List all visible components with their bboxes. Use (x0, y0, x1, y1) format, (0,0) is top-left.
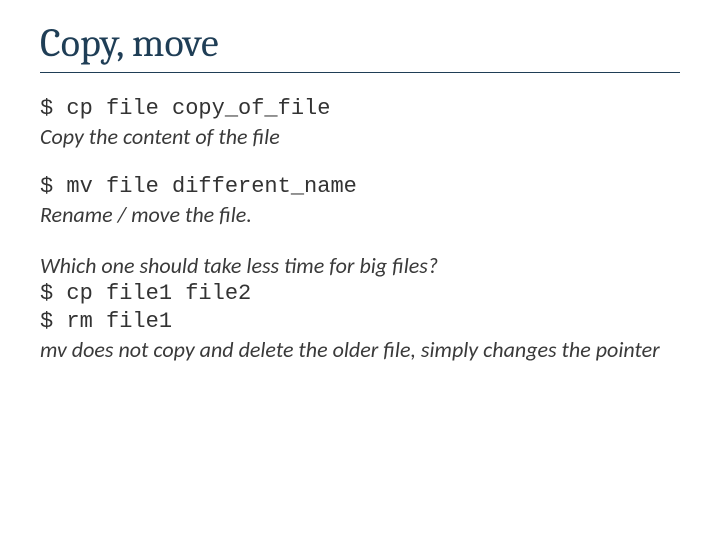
mv-block: $ mv file different_name Rename / move t… (40, 173, 680, 229)
question-block: Which one should take less time for big … (40, 252, 680, 365)
mv-command: $ mv file different_name (40, 173, 680, 201)
mv-description: Rename / move the file. (40, 201, 680, 229)
slide: Copy, move $ cp file copy_of_file Copy t… (0, 0, 720, 540)
cp-example-command: $ cp file1 file2 (40, 280, 680, 308)
cp-block: $ cp file copy_of_file Copy the content … (40, 95, 680, 151)
rm-example-command: $ rm file1 (40, 308, 680, 336)
answer-text: mv does not copy and delete the older fi… (40, 336, 680, 364)
cp-command: $ cp file copy_of_file (40, 95, 680, 123)
question-text: Which one should take less time for big … (40, 252, 680, 280)
cp-description: Copy the content of the file (40, 123, 680, 151)
slide-title: Copy, move (40, 20, 680, 73)
